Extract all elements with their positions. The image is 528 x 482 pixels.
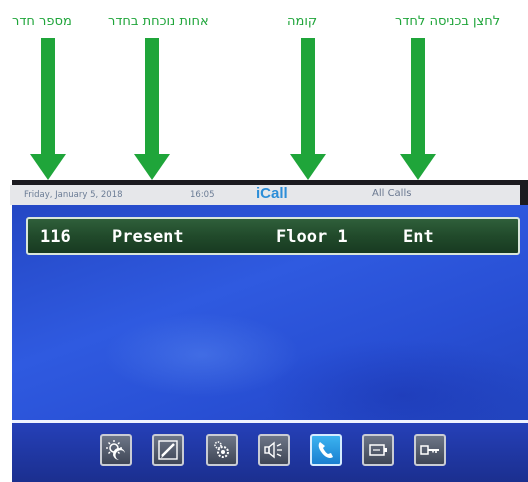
phone-button[interactable] <box>310 434 342 466</box>
status-mode: All Calls <box>372 188 412 199</box>
status-bar: Friday, January 5, 2018 16:05 iCall All … <box>10 185 520 205</box>
night-mode-button[interactable] <box>100 434 132 466</box>
key-button[interactable] <box>414 434 446 466</box>
annotation-enter-button: לחצן בכניסה לחדר <box>395 14 501 29</box>
call-floor: Floor 1 <box>276 227 348 247</box>
call-row[interactable]: 116 Present Floor 1 Ent <box>26 217 520 255</box>
arrow-down-icon <box>290 38 326 180</box>
speaker-icon <box>264 441 282 459</box>
night-mode-icon <box>106 440 125 460</box>
status-date: Friday, January 5, 2018 <box>24 190 123 200</box>
brand-logo: iCall <box>256 185 288 202</box>
key-icon <box>420 445 439 455</box>
arrow-down-icon <box>134 38 170 180</box>
pen-icon <box>158 440 178 460</box>
arrow-down-icon <box>30 38 66 180</box>
annotation-nurse-present: אחות נוכחת בחדר <box>108 14 209 29</box>
settings-button[interactable] <box>206 434 238 466</box>
call-status: Present <box>112 227 184 247</box>
call-room-number: 116 <box>40 227 71 247</box>
annotation-floor: קומה <box>287 14 318 29</box>
divider <box>12 420 528 423</box>
call-action: Ent <box>403 227 434 247</box>
settings-icon <box>214 441 229 458</box>
pen-button[interactable] <box>152 434 184 466</box>
arrow-down-icon <box>400 38 436 180</box>
card-icon <box>369 444 387 456</box>
phone-icon <box>318 442 333 458</box>
annotation-room-number: מספר חדר <box>12 14 72 29</box>
card-button[interactable] <box>362 434 394 466</box>
status-time: 16:05 <box>190 190 215 200</box>
speaker-button[interactable] <box>258 434 290 466</box>
